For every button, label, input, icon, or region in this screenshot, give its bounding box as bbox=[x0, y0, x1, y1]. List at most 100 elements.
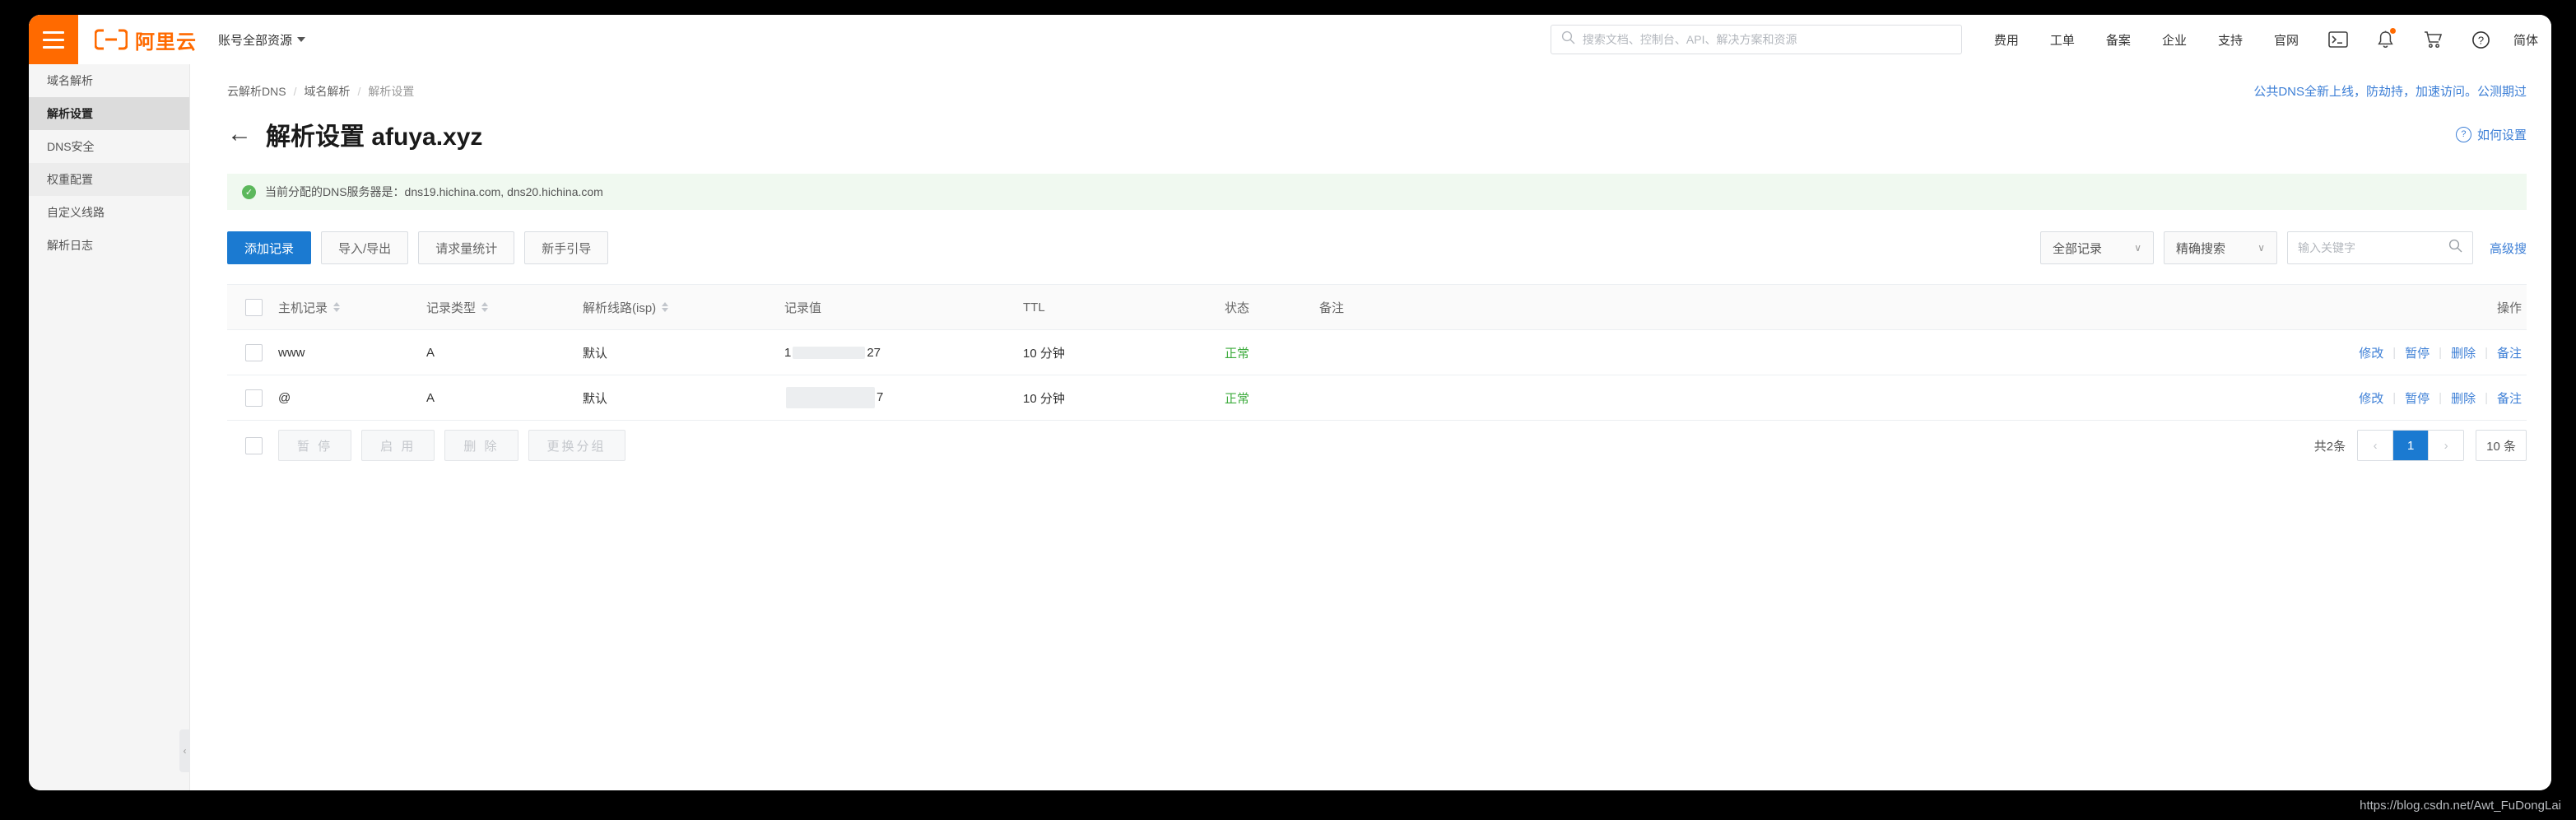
header-nav-ticket[interactable]: 工单 bbox=[2034, 31, 2090, 49]
sort-icon[interactable] bbox=[333, 302, 341, 312]
row-action-note[interactable]: 备注 bbox=[2497, 389, 2522, 407]
brand-logo[interactable]: 阿里云 bbox=[78, 15, 197, 64]
column-header-ttl-label: TTL bbox=[1023, 300, 1045, 314]
header-spacer bbox=[305, 15, 1551, 64]
header-nav-enterprise[interactable]: 企业 bbox=[2146, 31, 2202, 49]
table-header-row: 主机记录 记录类型 解析线路(isp) 记录值 TTL 状态 备注 操作 bbox=[227, 284, 2527, 330]
cell-value: 1 27 bbox=[784, 346, 1023, 360]
brand-name: 阿里云 bbox=[135, 30, 197, 54]
action-separator: | bbox=[2392, 390, 2397, 405]
action-separator: | bbox=[2485, 390, 2488, 405]
column-header-type[interactable]: 记录类型 bbox=[426, 299, 583, 316]
header-nav-icp[interactable]: 备案 bbox=[2090, 31, 2146, 49]
back-arrow-icon[interactable]: ← bbox=[227, 122, 252, 147]
help-icon[interactable]: ? bbox=[2457, 15, 2505, 64]
column-header-value-label: 记录值 bbox=[784, 301, 822, 315]
cell-type: A bbox=[426, 390, 435, 405]
sidebar-item-domain-resolution[interactable]: 域名解析 bbox=[29, 64, 189, 97]
column-header-line-label: 解析线路(isp) bbox=[583, 301, 657, 315]
row-action-edit[interactable]: 修改 bbox=[2359, 344, 2383, 361]
cell-ttl: 10 分钟 bbox=[1023, 391, 1065, 406]
header-nav: 费用 工单 备案 企业 支持 官网 bbox=[1978, 15, 2314, 64]
sidebar-item-resolution-settings[interactable]: 解析设置 bbox=[29, 97, 189, 130]
search-mode-select[interactable]: 精确搜索 ∨ bbox=[2163, 231, 2277, 264]
chevron-left-icon: ‹ bbox=[183, 745, 187, 757]
table-row: @ A 默认 7 10 分钟 正常 修改 | 暂停 | 删除 | 备注 bbox=[227, 375, 2527, 421]
bulk-enable-button[interactable]: 启 用 bbox=[361, 430, 435, 461]
global-search-input[interactable]: 搜索文档、控制台、API、解决方案和资源 bbox=[1550, 25, 1962, 54]
next-page-button[interactable]: › bbox=[2429, 431, 2464, 460]
cell-value-suffix: 7 bbox=[876, 389, 884, 404]
import-export-button[interactable]: 导入/导出 bbox=[321, 231, 409, 264]
sort-icon[interactable] bbox=[481, 302, 489, 312]
row-action-delete[interactable]: 删除 bbox=[2451, 344, 2476, 361]
advanced-search-link[interactable]: 高级搜 bbox=[2490, 240, 2527, 257]
cell-value-suffix: 27 bbox=[867, 345, 881, 360]
keyword-search-input[interactable]: 输入关键字 bbox=[2286, 231, 2473, 264]
global-header: 阿里云 账号全部资源 搜索文档、控制台、API、解决方案和资源 费用 工单 备案… bbox=[29, 15, 2551, 65]
bell-icon[interactable] bbox=[2362, 15, 2410, 64]
chevron-down-icon: ∨ bbox=[2134, 242, 2141, 254]
bulk-pause-button[interactable]: 暂 停 bbox=[278, 430, 352, 461]
sidebar-item-resolution-log[interactable]: 解析日志 bbox=[29, 229, 189, 262]
header-nav-support[interactable]: 支持 bbox=[2202, 31, 2258, 49]
add-record-button[interactable]: 添加记录 bbox=[227, 231, 312, 264]
total-count-label: 共2条 bbox=[2313, 439, 2346, 454]
footer-select-all-checkbox[interactable] bbox=[245, 436, 263, 454]
sidebar-item-weight-config[interactable]: 权重配置 bbox=[29, 163, 189, 196]
chevron-down-icon bbox=[297, 37, 306, 42]
how-to-setup-link[interactable]: ? 如何设置 bbox=[2455, 126, 2527, 143]
page-size-select[interactable]: 10 条 bbox=[2476, 430, 2527, 461]
hamburger-icon[interactable] bbox=[29, 15, 78, 64]
record-filter-value: 全部记录 bbox=[2052, 241, 2102, 256]
breadcrumb-item-0[interactable]: 云解析DNS bbox=[227, 83, 286, 100]
column-header-note-label: 备注 bbox=[1319, 301, 1345, 315]
column-header-ops: 操作 bbox=[1648, 299, 2527, 316]
bulk-change-group-button[interactable]: 更换分组 bbox=[528, 430, 625, 461]
redaction-mask bbox=[786, 387, 875, 408]
sidebar-item-label: 解析设置 bbox=[47, 107, 93, 120]
column-header-host[interactable]: 主机记录 bbox=[278, 299, 426, 316]
sidebar-item-custom-line[interactable]: 自定义线路 bbox=[29, 196, 189, 229]
footer-select-cell bbox=[227, 436, 278, 454]
sidebar-item-label: DNS安全 bbox=[47, 140, 95, 153]
sidebar-item-label: 解析日志 bbox=[47, 239, 93, 252]
column-header-type-label: 记录类型 bbox=[426, 301, 477, 315]
row-action-group: 修改 | 暂停 | 删除 | 备注 bbox=[2359, 389, 2522, 407]
record-filter-select[interactable]: 全部记录 ∨ bbox=[2039, 231, 2154, 264]
table-row: www A 默认 1 27 10 分钟 正常 修改 | 暂停 | 删除 | 备注 bbox=[227, 330, 2527, 375]
cell-value-prefix: 1 bbox=[784, 345, 792, 360]
status-bar-url: https://blog.csdn.net/Awt_FuDongLai bbox=[2360, 798, 2561, 813]
cart-icon[interactable] bbox=[2410, 15, 2457, 64]
row-action-pause[interactable]: 暂停 bbox=[2405, 344, 2430, 361]
row-action-note[interactable]: 备注 bbox=[2497, 344, 2522, 361]
row-action-edit[interactable]: 修改 bbox=[2359, 389, 2383, 407]
row-checkbox[interactable] bbox=[245, 343, 263, 361]
column-header-ttl: TTL bbox=[1023, 301, 1225, 314]
dns-server-notice: ✓ 当前分配的DNS服务器是：dns19.hichina.com, dns20.… bbox=[227, 174, 2527, 210]
sidebar-item-dns-security[interactable]: DNS安全 bbox=[29, 130, 189, 163]
search-icon[interactable] bbox=[2448, 239, 2462, 257]
request-stats-button[interactable]: 请求量统计 bbox=[418, 231, 515, 264]
terminal-icon[interactable] bbox=[2314, 15, 2362, 64]
header-nav-website[interactable]: 官网 bbox=[2258, 31, 2314, 49]
column-header-line[interactable]: 解析线路(isp) bbox=[583, 299, 784, 316]
beginner-guide-button[interactable]: 新手引导 bbox=[524, 231, 609, 264]
language-selector[interactable]: 简体 bbox=[2505, 15, 2551, 64]
row-checkbox[interactable] bbox=[245, 389, 263, 407]
success-check-icon: ✓ bbox=[242, 184, 256, 199]
sidebar-collapse-handle[interactable]: ‹ bbox=[179, 729, 190, 772]
bulk-delete-button[interactable]: 删 除 bbox=[444, 430, 518, 461]
sort-icon[interactable] bbox=[662, 302, 669, 312]
prev-page-button[interactable]: ‹ bbox=[2358, 431, 2393, 460]
keyword-search-placeholder: 输入关键字 bbox=[2297, 241, 2355, 254]
select-all-checkbox[interactable] bbox=[245, 298, 263, 316]
header-nav-fee[interactable]: 费用 bbox=[1978, 31, 2034, 49]
promo-banner-link[interactable]: 公共DNS全新上线，防劫持，加速访问。公测期过 bbox=[2253, 82, 2527, 100]
row-action-pause[interactable]: 暂停 bbox=[2405, 389, 2430, 407]
page-number-1[interactable]: 1 bbox=[2392, 431, 2430, 460]
row-action-delete[interactable]: 删除 bbox=[2451, 389, 2476, 407]
breadcrumb-item-1[interactable]: 域名解析 bbox=[304, 83, 350, 100]
action-separator: | bbox=[2485, 345, 2488, 360]
account-scope-selector[interactable]: 账号全部资源 bbox=[218, 15, 306, 64]
